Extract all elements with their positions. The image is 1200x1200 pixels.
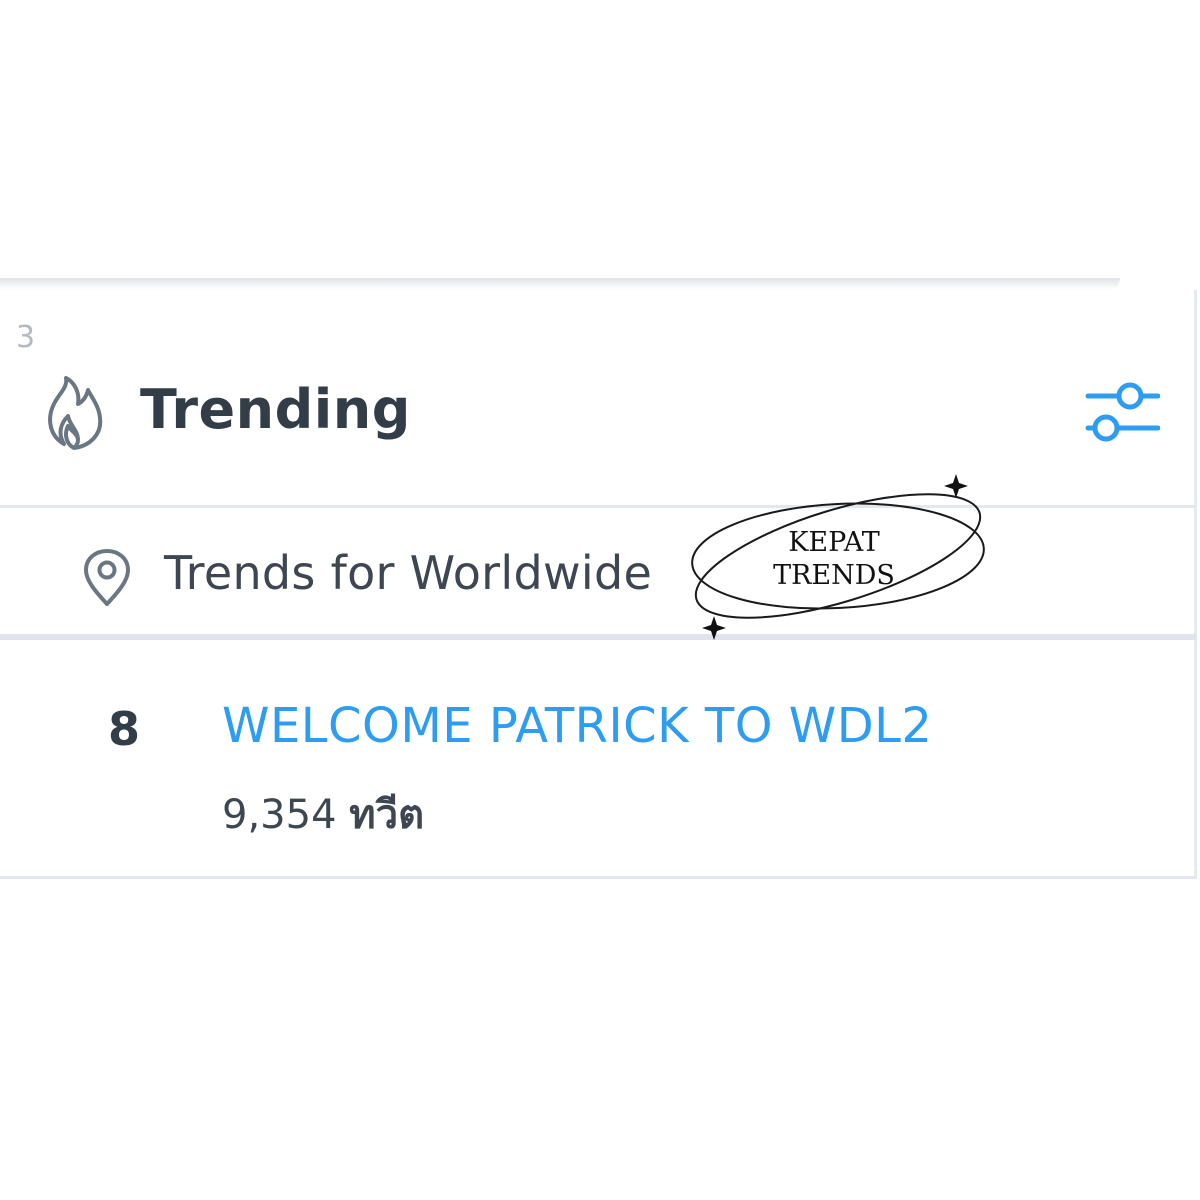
watermark-line-1: KEPAT [788, 527, 880, 558]
page-title: Trending [140, 378, 411, 441]
location-selector[interactable]: Trends for Worldwide [0, 508, 1197, 634]
corner-number: 3 [16, 320, 36, 355]
divider [0, 876, 1197, 879]
trend-name[interactable]: WELCOME PATRICK TO WDL2 [222, 698, 932, 754]
trend-item[interactable]: 8 WELCOME PATRICK TO WDL2 9,354 ทวีต [0, 640, 1197, 876]
trending-header: Trending [0, 360, 1197, 505]
location-label: Trends for Worldwide [164, 546, 653, 600]
trend-count-unit: ทวีต [349, 792, 425, 838]
sparkle-star-icon [944, 474, 968, 498]
settings-sliders-icon[interactable] [1084, 380, 1160, 446]
trend-count-value: 9,354 [222, 792, 337, 838]
watermark-line-2: TRENDS [773, 560, 895, 591]
trend-rank: 8 [108, 702, 141, 756]
flame-icon [48, 376, 103, 450]
sparkle-star-icon [702, 616, 726, 640]
trend-tweet-count: 9,354 ทวีต [222, 782, 424, 846]
blank-top-area [0, 0, 1200, 280]
location-pin-icon [84, 549, 130, 606]
